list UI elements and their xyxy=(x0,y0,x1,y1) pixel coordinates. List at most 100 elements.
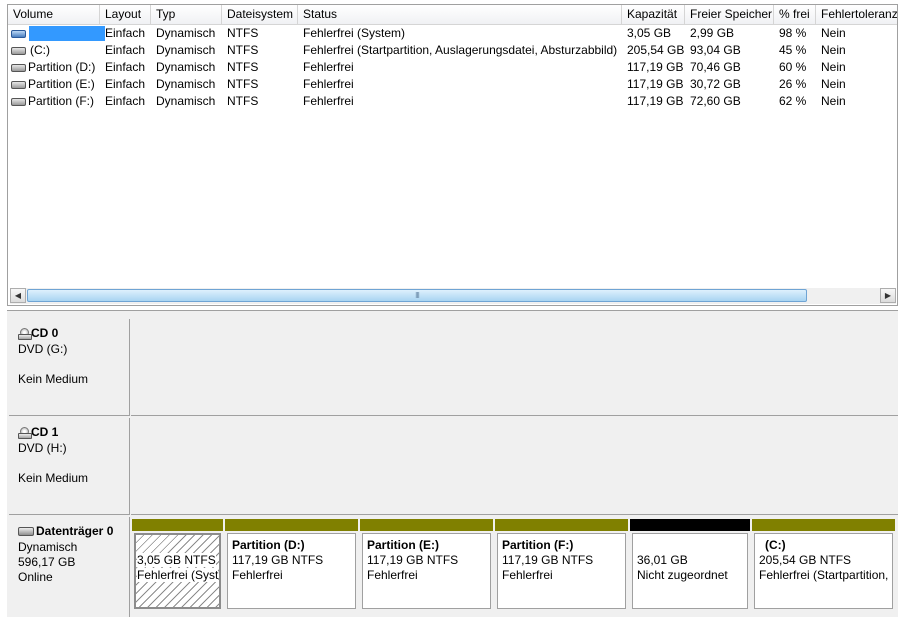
volume-list: Volume Layout Typ Dateisystem Status Kap… xyxy=(7,4,898,306)
partition-c[interactable]: (C:) 205,54 GB NTFS Fehlerfrei (Startpar… xyxy=(752,519,895,609)
disk-label-cd1[interactable]: CD 1 DVD (H:) Kein Medium xyxy=(9,418,130,515)
disk-state: Online xyxy=(18,570,53,584)
partition-unallocated[interactable]: 36,01 GB Nicht zugeordnet xyxy=(630,519,750,609)
cell-fehlertoleranz: Nein xyxy=(821,77,846,91)
cell-kapazitaet: 205,54 GB xyxy=(627,43,685,57)
partition-body: 36,01 GB Nicht zugeordnet xyxy=(632,533,748,609)
drive-icon xyxy=(11,64,26,72)
cell-dateisystem: NTFS xyxy=(227,26,259,40)
partition-e[interactable]: Partition (E:) 117,19 GB NTFS Fehlerfrei xyxy=(360,519,493,609)
cell-freier-speicher: 2,99 GB xyxy=(690,26,735,40)
cell-kapazitaet: 117,19 GB xyxy=(627,60,684,74)
disk-label-cd0[interactable]: CD 0 DVD (G:) Kein Medium xyxy=(9,319,130,416)
disk-drive-letter: DVD (H:) xyxy=(18,441,67,455)
drive-icon xyxy=(11,81,26,89)
scrollbar-thumb[interactable]: III xyxy=(27,289,807,302)
disk-area-cd1[interactable] xyxy=(131,418,898,515)
partition-size: 3,05 GB NTFS xyxy=(137,553,216,567)
cell-typ: Dynamisch xyxy=(156,26,216,40)
partition-body: Partition (D:) 117,19 GB NTFS Fehlerfrei xyxy=(227,533,356,609)
partition-bar xyxy=(752,519,895,531)
cell-layout: Einfach xyxy=(105,94,146,108)
partition-status: Fehlerfrei (Syst xyxy=(137,568,219,582)
disk-title: Datenträger 0 xyxy=(36,524,114,538)
disk-title: CD 0 xyxy=(31,326,59,340)
partition-status: Nicht zugeordnet xyxy=(637,568,728,582)
scrollbar-grip: III xyxy=(415,291,420,300)
cell-volume: (C:) xyxy=(30,43,50,57)
cd-drive-icon xyxy=(18,328,32,340)
partition-bar xyxy=(495,519,628,531)
partition-bar xyxy=(225,519,358,531)
disk-status: Kein Medium xyxy=(18,372,89,386)
column-header-layout[interactable]: Layout xyxy=(100,5,151,24)
partition-bar xyxy=(132,519,223,531)
cell-dateisystem: NTFS xyxy=(227,60,259,74)
partition-body: Partition (F:) 117,19 GB NTFS Fehlerfrei xyxy=(497,533,626,609)
cell-freier-speicher: 72,60 GB xyxy=(690,94,741,108)
partition-size: 205,54 GB NTFS xyxy=(759,553,852,567)
cell-layout: Einfach xyxy=(105,60,146,74)
partition-body: Partition (E:) 117,19 GB NTFS Fehlerfrei xyxy=(362,533,491,609)
cell-kapazitaet: 3,05 GB xyxy=(627,26,672,40)
partition-system[interactable]: 3,05 GB NTFS Fehlerfrei (Syst xyxy=(132,519,223,609)
cell-kapazitaet: 117,19 GB xyxy=(627,77,684,91)
partition-status: Fehlerfrei xyxy=(232,568,283,582)
cell-kapazitaet: 117,19 GB xyxy=(627,94,684,108)
drive-icon xyxy=(11,47,26,55)
column-header-prozent-frei[interactable]: % frei xyxy=(774,5,816,24)
cell-fehlertoleranz: Nein xyxy=(821,43,846,57)
cell-dateisystem: NTFS xyxy=(227,77,259,91)
volume-row[interactable]: (C:) Einfach Dynamisch NTFS Fehlerfrei (… xyxy=(8,42,897,59)
column-header-typ[interactable]: Typ xyxy=(151,5,222,24)
disk-type: Dynamisch xyxy=(18,540,78,554)
partition-d[interactable]: Partition (D:) 117,19 GB NTFS Fehlerfrei xyxy=(225,519,358,609)
column-header-kapazitaet[interactable]: Kapazität xyxy=(622,5,685,24)
partition-name: Partition (F:) xyxy=(502,538,574,552)
scroll-right-button[interactable]: ▶ xyxy=(880,288,896,303)
cell-layout: Einfach xyxy=(105,26,146,40)
partition-bar xyxy=(360,519,493,531)
column-header-freier-speicher[interactable]: Freier Speicher xyxy=(685,5,774,24)
cell-typ: Dynamisch xyxy=(156,77,216,91)
cell-fehlertoleranz: Nein xyxy=(821,60,846,74)
column-header-fehlertoleranz[interactable]: Fehlertoleranz xyxy=(816,5,897,24)
partition-size: 36,01 GB xyxy=(637,553,688,567)
cell-volume: Partition (E:) xyxy=(28,77,95,91)
cell-typ: Dynamisch xyxy=(156,60,216,74)
disk-area-cd0[interactable] xyxy=(131,319,898,416)
column-header-dateisystem[interactable]: Dateisystem xyxy=(222,5,298,24)
drive-icon xyxy=(11,98,26,106)
volume-row[interactable]: Partition (E:) Einfach Dynamisch NTFS Fe… xyxy=(8,76,897,93)
cell-prozent-frei: 62 % xyxy=(779,94,807,108)
selection-highlight xyxy=(29,26,105,41)
volume-row[interactable]: Partition (F:) Einfach Dynamisch NTFS Fe… xyxy=(8,93,897,110)
drive-icon xyxy=(11,30,26,38)
partition-status: Fehlerfrei xyxy=(367,568,418,582)
partition-status: Fehlerfrei (Startpartition, xyxy=(759,568,889,582)
volume-row[interactable]: Partition (D:) Einfach Dynamisch NTFS Fe… xyxy=(8,59,897,76)
disk-size: 596,17 GB xyxy=(18,555,76,569)
cell-prozent-frei: 26 % xyxy=(779,77,807,91)
cell-prozent-frei: 45 % xyxy=(779,43,807,57)
partition-bar xyxy=(630,519,750,531)
cell-volume: Partition (D:) xyxy=(28,60,96,74)
cell-status: Fehlerfrei (System) xyxy=(303,26,406,40)
partition-status: Fehlerfrei xyxy=(502,568,553,582)
disk-drive-letter: DVD (G:) xyxy=(18,342,68,356)
horizontal-scrollbar[interactable]: ◀ III ▶ xyxy=(10,288,896,304)
cell-status: Fehlerfrei (Startpartition, Auslagerungs… xyxy=(303,43,618,57)
cell-prozent-frei: 98 % xyxy=(779,26,807,40)
column-header-volume[interactable]: Volume xyxy=(8,5,100,24)
partition-body: (C:) 205,54 GB NTFS Fehlerfrei (Startpar… xyxy=(754,533,893,609)
cell-freier-speicher: 93,04 GB xyxy=(690,43,741,57)
scroll-left-button[interactable]: ◀ xyxy=(10,288,26,303)
column-header-status[interactable]: Status xyxy=(298,5,622,24)
disk-label-disk0[interactable]: Datenträger 0 Dynamisch 596,17 GB Online xyxy=(9,517,130,617)
cell-freier-speicher: 30,72 GB xyxy=(690,77,741,91)
volume-row[interactable]: Einfach Dynamisch NTFS Fehlerfrei (Syste… xyxy=(8,25,897,42)
partition-f[interactable]: Partition (F:) 117,19 GB NTFS Fehlerfrei xyxy=(495,519,628,609)
partition-name: (C:) xyxy=(765,538,786,552)
arrow-right-icon: ▶ xyxy=(884,291,892,300)
partition-size: 117,19 GB NTFS xyxy=(232,553,324,567)
